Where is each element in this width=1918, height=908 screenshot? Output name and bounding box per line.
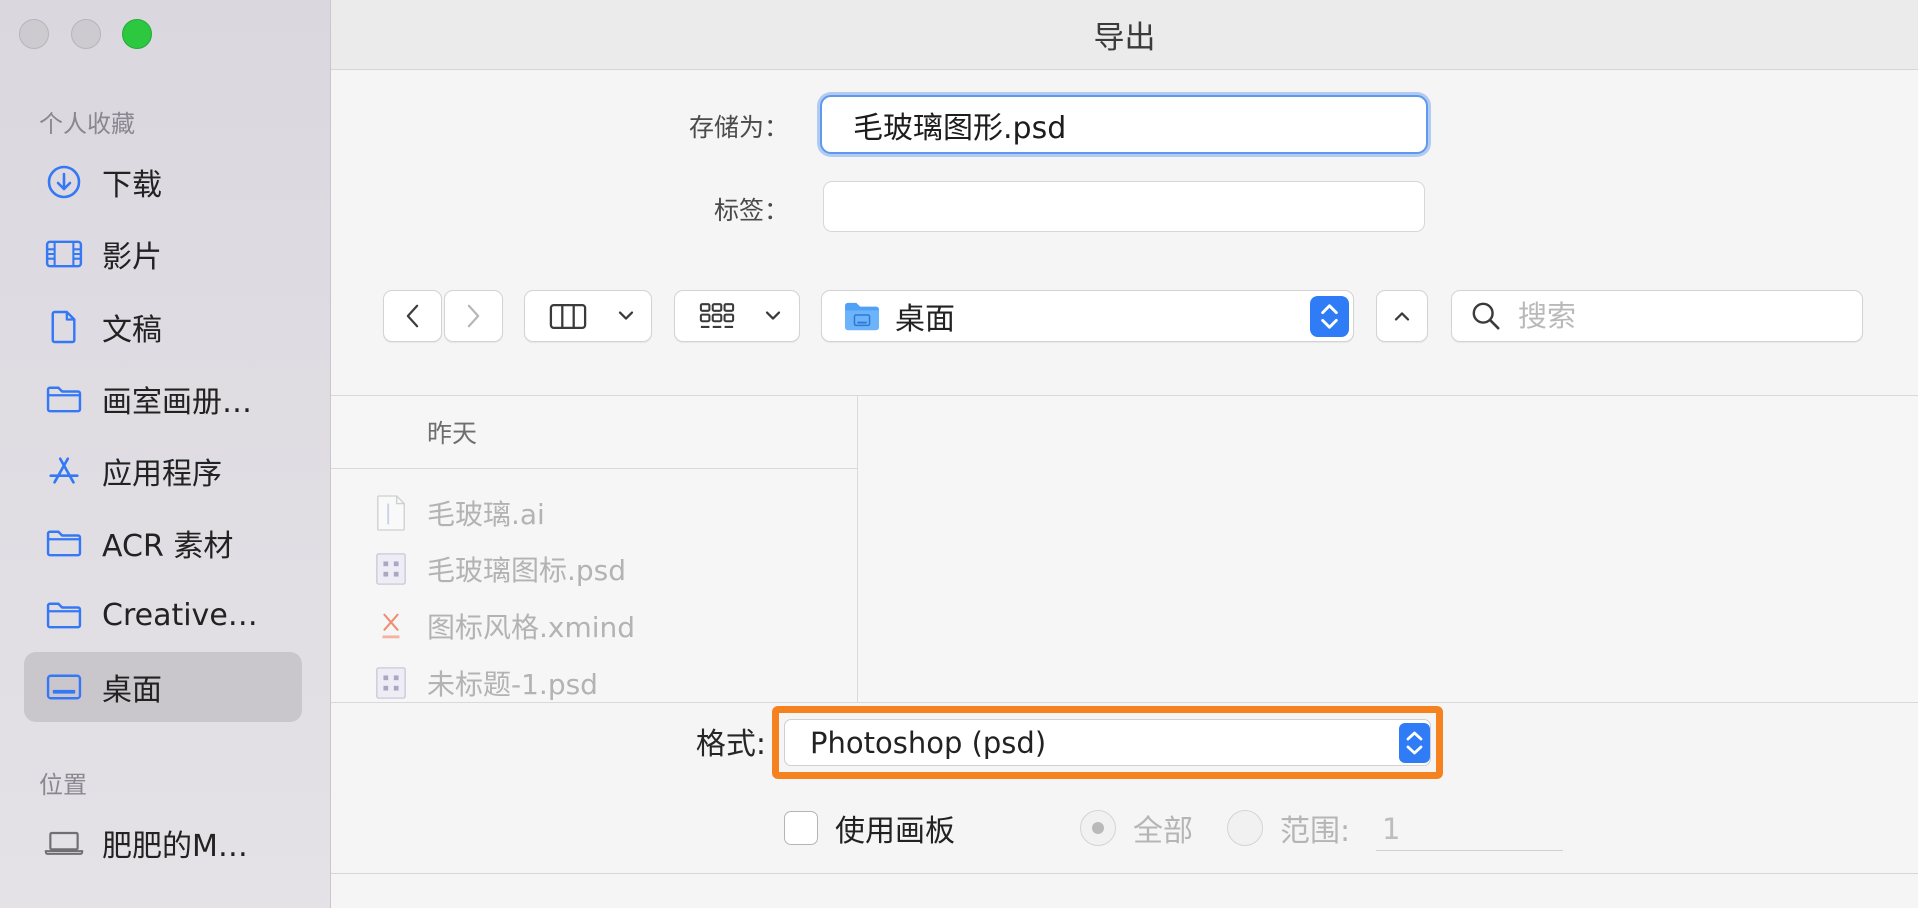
desktop-folder-icon xyxy=(842,291,882,341)
save-as-field[interactable] xyxy=(820,95,1428,154)
zoom-button[interactable] xyxy=(122,19,152,49)
sidebar-item-creative[interactable]: Creative… xyxy=(24,580,302,650)
chevron-up-icon xyxy=(1377,291,1427,341)
sidebar-item-movies[interactable]: 影片 xyxy=(24,219,302,289)
view-mode-button[interactable] xyxy=(524,290,652,342)
favorites-header: 个人收藏 xyxy=(39,109,135,138)
forward-button[interactable] xyxy=(444,290,503,342)
browser-column: 昨天 毛玻璃.ai 毛玻璃图标.psd 图标风格.xmind 未标题-1.psd xyxy=(331,396,858,702)
format-label: 格式: xyxy=(695,727,766,762)
sidebar-item-label: 桌面 xyxy=(102,673,162,708)
desktop-icon xyxy=(44,652,84,722)
chevron-left-icon xyxy=(384,291,441,341)
locations-header: 位置 xyxy=(39,770,87,799)
close-button[interactable] xyxy=(19,19,49,49)
radio-dot xyxy=(1092,822,1104,834)
sidebar-item-label: ACR 素材 xyxy=(102,529,234,564)
use-artboards-label: 使用画板 xyxy=(835,814,955,849)
updown-stepper-icon xyxy=(1309,291,1349,341)
search-field[interactable] xyxy=(1451,290,1863,342)
scope-all-radio[interactable] xyxy=(1080,810,1116,846)
apps-icon xyxy=(44,436,84,506)
tags-field[interactable] xyxy=(823,181,1425,232)
sidebar-item-label: 画室画册… xyxy=(102,385,252,420)
chevron-right-icon xyxy=(445,291,502,341)
range-field[interactable] xyxy=(1376,808,1563,851)
file-name: 毛玻璃图标.psd xyxy=(427,554,627,587)
sidebar-item-studio-album[interactable]: 画室画册… xyxy=(24,364,302,434)
group-header: 昨天 xyxy=(331,396,857,469)
ai-file-icon xyxy=(373,493,409,533)
file-row: 毛玻璃.ai xyxy=(331,485,857,541)
highlight-box xyxy=(772,706,1443,779)
sidebar-item-label: 下载 xyxy=(102,168,162,203)
use-artboards-checkbox[interactable] xyxy=(784,811,818,845)
sidebar-item-documents[interactable]: 文稿 xyxy=(24,292,302,362)
sidebar-item-label: 应用程序 xyxy=(102,457,222,492)
sidebar-item-label: 影片 xyxy=(102,240,162,275)
sidebar-item-downloads[interactable]: 下载 xyxy=(24,147,302,217)
folder-icon xyxy=(44,508,84,578)
xmind-file-icon xyxy=(373,606,409,646)
file-name: 未标题-1.psd xyxy=(427,668,598,701)
download-icon xyxy=(44,147,84,217)
psd-file-icon xyxy=(373,663,409,702)
divider xyxy=(331,873,1918,874)
sidebar-item-applications[interactable]: 应用程序 xyxy=(24,436,302,506)
file-row: 毛玻璃图标.psd xyxy=(331,541,857,597)
location-popup[interactable]: 桌面 xyxy=(821,290,1354,342)
group-header-label: 昨天 xyxy=(427,419,478,448)
file-name: 毛玻璃.ai xyxy=(427,498,545,531)
expand-collapse-button[interactable] xyxy=(1376,290,1428,342)
chevron-down-icon xyxy=(762,291,784,341)
window-title: 导出 xyxy=(1093,19,1156,56)
tags-label: 标签： xyxy=(713,196,789,225)
search-input[interactable] xyxy=(1518,297,1848,335)
search-icon xyxy=(1470,291,1502,341)
scope-range-label: 范围: xyxy=(1280,814,1351,849)
sidebar-item-acr-assets[interactable]: ACR 素材 xyxy=(24,508,302,578)
minimize-button[interactable] xyxy=(71,19,101,49)
grid-view-icon xyxy=(696,291,738,341)
folder-icon xyxy=(44,364,84,434)
document-icon xyxy=(44,292,84,362)
file-row: 未标题-1.psd xyxy=(331,655,857,702)
back-button[interactable] xyxy=(383,290,442,342)
laptop-icon xyxy=(44,808,84,878)
sidebar-item-label: 文稿 xyxy=(102,313,162,348)
save-as-label: 存储为： xyxy=(688,113,789,142)
sidebar-item-desktop[interactable]: 桌面 xyxy=(24,652,302,722)
sidebar: 个人收藏 下载 影片 文稿 画室画册… 应用程序 ACR 素材 Creative… xyxy=(0,0,331,908)
sidebar-item-mac[interactable]: 肥肥的M… xyxy=(24,808,302,878)
scope-all-label: 全部 xyxy=(1133,814,1193,849)
columns-view-icon xyxy=(547,291,589,341)
folder-icon xyxy=(44,580,84,650)
sidebar-item-label: Creative… xyxy=(102,597,258,633)
location-label: 桌面 xyxy=(895,302,955,337)
sidebar-item-label: 肥肥的M… xyxy=(102,829,248,864)
scope-range-radio[interactable] xyxy=(1227,810,1263,846)
film-icon xyxy=(44,219,84,289)
psd-file-icon xyxy=(373,549,409,589)
chevron-down-icon xyxy=(615,291,637,341)
file-browser: 昨天 毛玻璃.ai 毛玻璃图标.psd 图标风格.xmind 未标题-1.psd xyxy=(331,395,1918,703)
file-name: 图标风格.xmind xyxy=(427,611,636,644)
group-mode-button[interactable] xyxy=(674,290,800,342)
title-bar: 导出 xyxy=(331,0,1918,70)
file-row: 图标风格.xmind xyxy=(331,598,857,654)
